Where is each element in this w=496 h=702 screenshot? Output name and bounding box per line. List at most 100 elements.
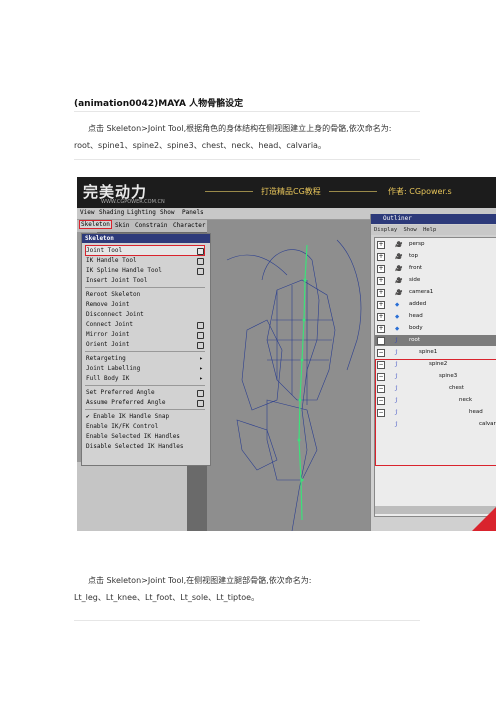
outliner-row[interactable]: + ◆ head	[375, 311, 496, 322]
menu-item-joint-labelling[interactable]: Joint Labelling ▸	[86, 364, 204, 373]
outliner-row[interactable]: + 🎥 side	[375, 275, 496, 286]
menu-item-full-body-ik[interactable]: Full Body IK ▸	[86, 374, 204, 383]
highlight-frame	[375, 359, 496, 466]
option-box-icon[interactable]	[197, 400, 204, 407]
outliner-menu-show[interactable]: Show	[404, 227, 417, 233]
menu-item-retargeting[interactable]: Retargeting ▸	[86, 354, 204, 363]
paragraph-2-line-2: Lt_leg、Lt_knee、Lt_foot、Lt_sole、Lt_tiptoe…	[74, 593, 260, 602]
camera-icon: 🎥	[395, 278, 402, 284]
submenu-arrow-icon: ▸	[199, 365, 203, 372]
menu-item-insert-joint-tool[interactable]: Insert Joint Tool	[86, 276, 204, 285]
shelf-tabs: Skeleton Skin Constrain Character	[77, 220, 207, 232]
menu-item-ik-handle-tool[interactable]: IK Handle Tool	[86, 256, 204, 265]
menu-item-disconnect-joint[interactable]: Disconnect Joint	[86, 310, 204, 319]
expand-icon[interactable]: +	[377, 277, 385, 285]
expand-icon[interactable]: +	[377, 265, 385, 273]
expand-icon[interactable]: +	[377, 325, 385, 333]
banner-line-right	[329, 191, 377, 192]
menu-separator	[85, 385, 205, 386]
paragraph-1-line-1: 点击 Skeleton>Joint Tool,根据角色的身体结构在侧视图建立上身…	[88, 124, 392, 133]
character-wireframe	[226, 239, 362, 531]
skeleton-menu-header: Skeleton	[82, 234, 210, 243]
tab-constrain[interactable]: Constrain	[135, 222, 168, 229]
expand-icon[interactable]: +	[377, 253, 385, 261]
outliner-title-bar: Outliner	[371, 214, 496, 224]
menu-item-remove-joint[interactable]: Remove Joint	[86, 300, 204, 309]
camera-icon: 🎥	[395, 254, 402, 260]
option-box-icon[interactable]	[197, 258, 204, 265]
outliner-window: Outliner Display Show Help + 🎥 persp + 🎥 top…	[370, 214, 496, 531]
camera-icon: 🎥	[395, 266, 402, 272]
logo-url: WWW.CGPOWER.COM.CN	[101, 199, 165, 205]
expand-icon[interactable]: +	[377, 301, 385, 309]
title-rule	[74, 111, 420, 112]
lower-left-panel	[77, 462, 187, 531]
collapse-icon[interactable]: −	[377, 349, 385, 357]
outliner-menu-help[interactable]: Help	[423, 227, 436, 233]
outliner-row[interactable]: + 🎥 persp	[375, 239, 496, 250]
mesh-icon: ◆	[395, 326, 400, 332]
camera-icon: 🎥	[395, 242, 402, 248]
mesh-icon: ◆	[395, 302, 400, 308]
option-box-icon[interactable]	[197, 390, 204, 397]
mesh-icon: ◆	[395, 314, 400, 320]
menu-item-enable-ik-fk-control[interactable]: Enable IK/FK Control	[86, 422, 204, 431]
outliner-menubar: Display Show Help	[371, 225, 496, 235]
menu-separator	[85, 409, 205, 410]
tab-character[interactable]: Character	[173, 222, 206, 229]
menu-item-set-preferred-angle[interactable]: Set Preferred Angle	[86, 388, 204, 397]
option-box-icon[interactable]	[197, 342, 204, 349]
expand-icon[interactable]: +	[377, 241, 385, 249]
outliner-row-selected[interactable]: − ⟆ root	[375, 335, 496, 346]
outliner-row[interactable]: + ◆ added	[375, 299, 496, 310]
paragraph-1-line-2: root、spine1、spine2、spine3、chest、neck、hea…	[74, 141, 326, 150]
outliner-list: + 🎥 persp + 🎥 top + 🎥 front + 🎥 side + 🎥 camera1 +…	[374, 237, 496, 517]
menu-lighting[interactable]: Lighting	[127, 209, 156, 216]
menu-item-enable-selected-ik-handles[interactable]: Enable Selected IK Handles	[86, 432, 204, 441]
collapse-icon[interactable]: −	[377, 337, 385, 345]
tab-skeleton[interactable]: Skeleton	[79, 220, 112, 229]
menu-item-enable-ik-handle-snap[interactable]: ✔ Enable IK Handle Snap	[86, 412, 204, 421]
menu-show[interactable]: Show	[160, 209, 174, 216]
tab-skin[interactable]: Skin	[115, 222, 129, 229]
paragraph-2: 点击 Skeleton>Joint Tool,在侧视图建立腿部骨骼,依次命名为:…	[74, 572, 424, 606]
paragraph-2-line-1: 点击 Skeleton>Joint Tool,在侧视图建立腿部骨骼,依次命名为:	[88, 576, 312, 585]
menu-item-reroot-skeleton[interactable]: Reroot Skeleton	[86, 290, 204, 299]
option-box-icon[interactable]	[197, 332, 204, 339]
expand-icon[interactable]: +	[377, 313, 385, 321]
paragraph-1: 点击 Skeleton>Joint Tool,根据角色的身体结构在侧视图建立上身…	[74, 120, 424, 154]
paragraph-rule	[74, 159, 420, 160]
banner-center-text: 打造精品CG教程	[261, 187, 321, 196]
menu-item-orient-joint[interactable]: Orient Joint	[86, 340, 204, 349]
menu-shading[interactable]: Shading	[99, 209, 124, 216]
submenu-arrow-icon: ▸	[199, 355, 203, 362]
outliner-row[interactable]: + 🎥 front	[375, 263, 496, 274]
menu-item-assume-preferred-angle[interactable]: Assume Preferred Angle	[86, 398, 204, 407]
camera-icon: 🎥	[395, 290, 402, 296]
menu-separator	[85, 287, 205, 288]
banner: 完美动力 WWW.CGPOWER.COM.CN 打造精品CG教程 作者: CGp…	[77, 177, 496, 208]
menu-item-disable-selected-ik-handles[interactable]: Disable Selected IK Handles	[86, 442, 204, 451]
option-box-icon[interactable]	[197, 268, 204, 275]
menu-item-ik-spline-handle-tool[interactable]: IK Spline Handle Tool	[86, 266, 204, 275]
option-box-icon[interactable]	[197, 248, 204, 255]
menu-item-mirror-joint[interactable]: Mirror Joint	[86, 330, 204, 339]
outliner-row[interactable]: + ◆ body	[375, 323, 496, 334]
document-title: (animation0042)MAYA 人物骨骼设定	[74, 99, 244, 109]
menu-item-connect-joint[interactable]: Connect Joint	[86, 320, 204, 329]
paragraph-2-rule	[74, 620, 420, 621]
menu-view[interactable]: View	[80, 209, 94, 216]
menu-panels[interactable]: Panels	[182, 209, 204, 216]
outliner-row[interactable]: − ⟆ spine1	[375, 347, 496, 358]
option-box-icon[interactable]	[197, 322, 204, 329]
outliner-row[interactable]: + 🎥 top	[375, 251, 496, 262]
expand-icon[interactable]: +	[377, 289, 385, 297]
menu-item-joint-tool[interactable]: Joint Tool	[85, 245, 205, 256]
maya-screenshot: 完美动力 WWW.CGPOWER.COM.CN 打造精品CG教程 作者: CGp…	[77, 177, 496, 531]
outliner-menu-display[interactable]: Display	[374, 227, 397, 233]
submenu-arrow-icon: ▸	[199, 375, 203, 382]
corner-decoration	[472, 507, 496, 531]
outliner-row[interactable]: + 🎥 camera1	[375, 287, 496, 298]
banner-line-left	[205, 191, 253, 192]
joint-icon: ⟆	[395, 338, 398, 344]
